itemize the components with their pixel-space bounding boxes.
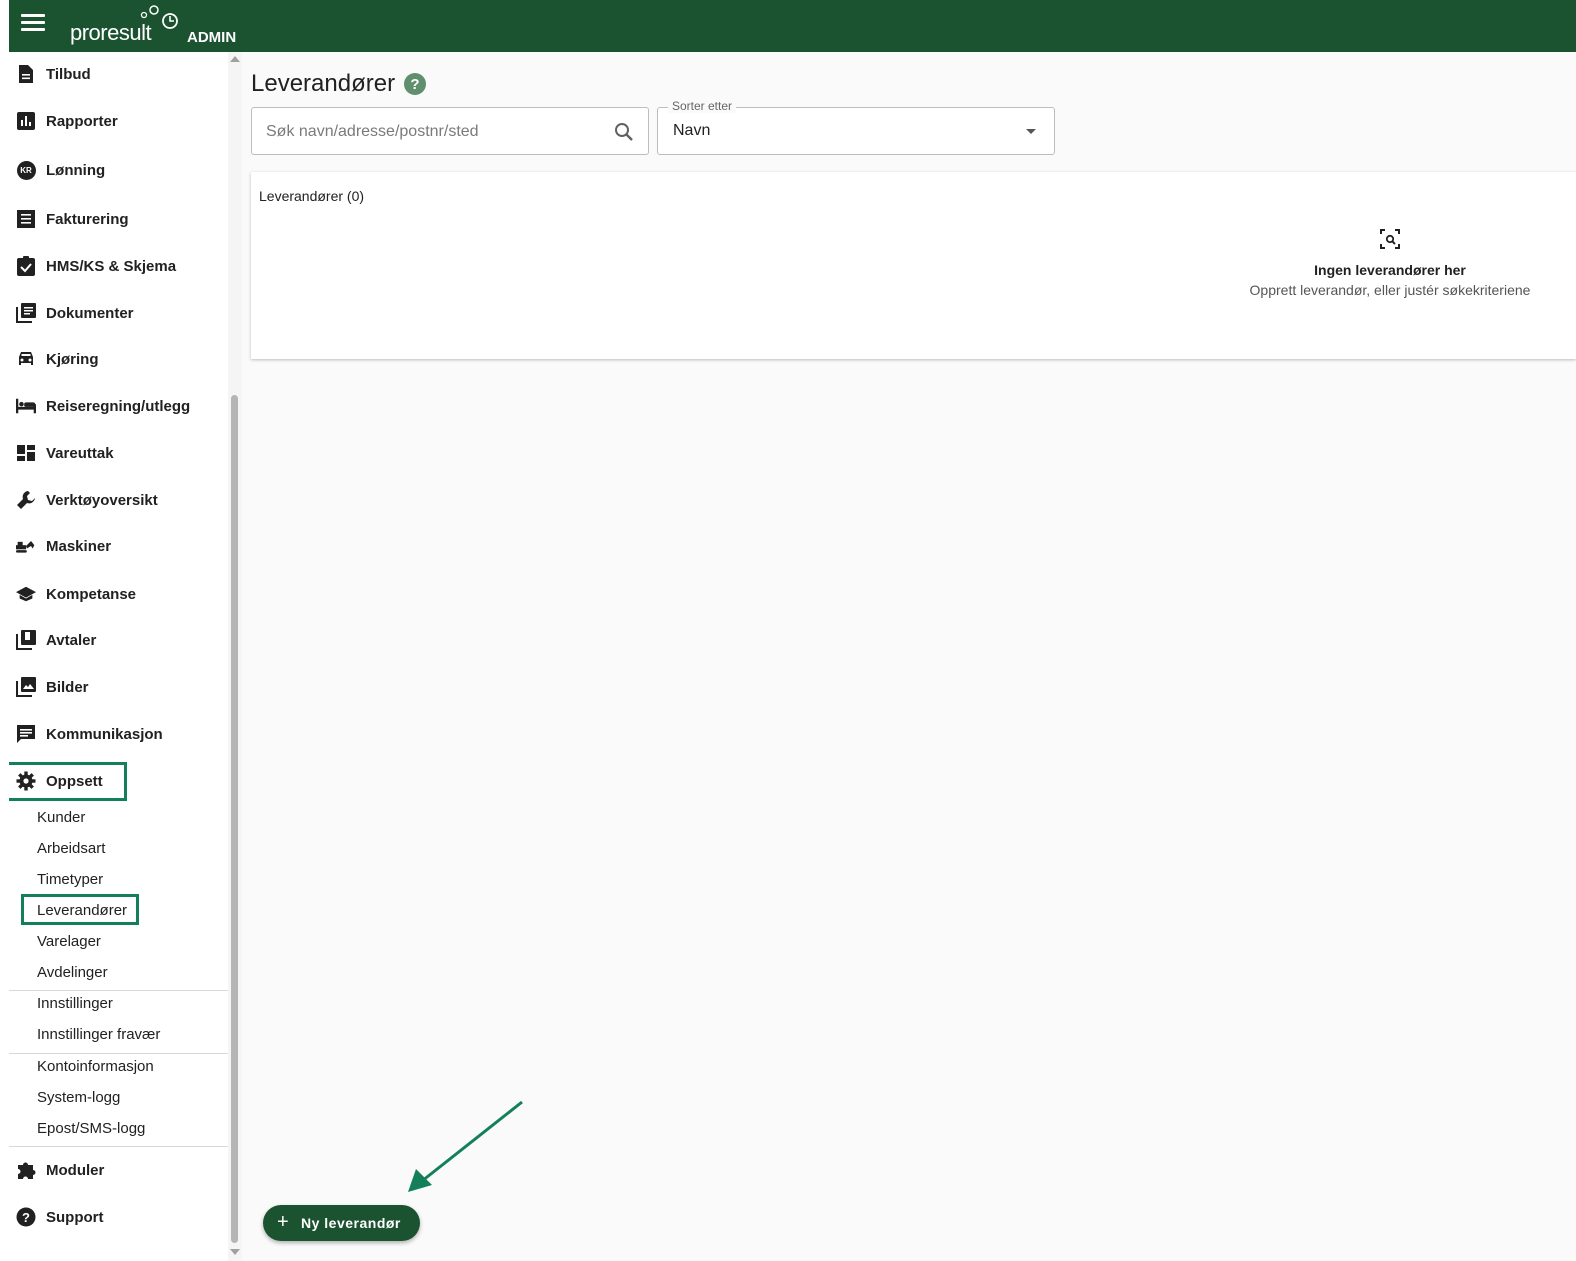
dashboard-icon <box>16 443 36 463</box>
scrollbar-thumb[interactable] <box>231 395 238 1243</box>
caret-down-icon <box>1026 129 1036 134</box>
receipt-icon <box>16 209 36 229</box>
sidebar-item-label: Avtaler <box>46 631 97 649</box>
sidebar-item-label: Dokumenter <box>46 304 134 322</box>
sub-item-avdelinger[interactable]: Avdelinger <box>37 964 108 981</box>
scroll-up-arrow-icon[interactable] <box>230 56 240 62</box>
sidebar-item-hms[interactable]: HMS/KS & Skjema <box>9 246 228 286</box>
car-icon <box>16 349 36 369</box>
sidebar-item-label: Reiseregning/utlegg <box>46 397 191 415</box>
help-icon[interactable]: ? <box>404 73 426 95</box>
divider <box>9 990 228 991</box>
sidebar-item-rapporter[interactable]: Rapporter <box>9 101 228 141</box>
sub-item-leverandorer[interactable]: Leverandører <box>37 902 127 919</box>
sidebar: Tilbud Rapporter KR Lønning Fakturering … <box>9 52 228 1261</box>
sub-item-timetyper[interactable]: Timetyper <box>37 871 103 888</box>
kr-icon: KR <box>16 160 36 180</box>
annotation-arrow-icon <box>408 1100 523 1192</box>
sidebar-item-label: Maskiner <box>46 537 112 555</box>
gear-icon <box>16 771 36 791</box>
empty-state-title: Ingen leverandører her <box>1314 262 1466 278</box>
sidebar-item-tilbud[interactable]: Tilbud <box>9 54 228 94</box>
sidebar-item-moduler[interactable]: Moduler <box>9 1150 228 1190</box>
document-icon <box>16 64 36 84</box>
logo-text: proresult <box>70 20 152 45</box>
main-content: Leverandører ? Sorter etter Navn Leveran… <box>242 52 1576 1261</box>
sidebar-item-reiseregning[interactable]: Reiseregning/utlegg <box>9 386 228 426</box>
sidebar-item-label: Verktøyoversikt <box>46 491 158 509</box>
empty-state-subtitle: Opprett leverandør, eller justér søkekri… <box>1249 282 1531 298</box>
sidebar-item-kommunikasjon[interactable]: Kommunikasjon <box>9 714 228 754</box>
sidebar-item-label: Kjøring <box>46 350 99 368</box>
sort-select-value: Navn <box>673 122 711 139</box>
sub-item-system-logg[interactable]: System-logg <box>37 1089 120 1106</box>
sub-item-varelager[interactable]: Varelager <box>37 933 101 950</box>
card-title: Leverandører (0) <box>259 188 365 204</box>
chat-icon <box>16 724 36 744</box>
suppliers-card: Leverandører (0) Ingen leverandører her … <box>251 172 1576 359</box>
sidebar-item-label: Fakturering <box>46 210 129 228</box>
library-add-icon <box>16 630 36 650</box>
search-icon[interactable] <box>612 120 636 144</box>
app-logo[interactable]: proresult ADMIN <box>70 4 250 48</box>
sidebar-item-kompetanse[interactable]: Kompetanse <box>9 574 228 614</box>
sidebar-item-lonning[interactable]: KR Lønning <box>9 150 228 190</box>
hotel-bed-icon <box>16 396 36 416</box>
sidebar-item-label: HMS/KS & Skjema <box>46 257 177 275</box>
page-title: Leverandører <box>251 70 396 97</box>
sub-item-arbeidsart[interactable]: Arbeidsart <box>37 840 105 857</box>
wrench-icon <box>16 490 36 510</box>
sub-item-innstillinger-fravaer[interactable]: Innstillinger fravær <box>37 1026 160 1043</box>
school-icon <box>16 584 36 604</box>
search-field <box>251 107 649 155</box>
sidebar-item-dokumenter[interactable]: Dokumenter <box>9 293 228 333</box>
excavator-icon <box>16 536 36 556</box>
sidebar-item-kjoring[interactable]: Kjøring <box>9 339 228 379</box>
sidebar-item-label: Vareuttak <box>46 444 114 462</box>
sidebar-item-label: Bilder <box>46 678 89 696</box>
sidebar-item-label: Rapporter <box>46 112 118 130</box>
search-input[interactable] <box>266 120 606 144</box>
sidebar-item-label: Support <box>46 1208 104 1226</box>
search-empty-icon <box>1380 229 1400 249</box>
sub-item-kunder[interactable]: Kunder <box>37 809 85 826</box>
library-books-icon <box>16 303 36 323</box>
sidebar-item-bilder[interactable]: Bilder <box>9 667 228 707</box>
sidebar-item-avtaler[interactable]: Avtaler <box>9 620 228 660</box>
hamburger-menu-icon[interactable] <box>21 14 45 32</box>
sidebar-item-label: Kompetanse <box>46 585 137 603</box>
top-app-bar: proresult ADMIN <box>9 0 1576 52</box>
sidebar-item-oppsett[interactable]: Oppsett <box>9 761 228 801</box>
admin-label: ADMIN <box>187 29 237 46</box>
sidebar-item-label: Moduler <box>46 1161 105 1179</box>
sidebar-item-maskiner[interactable]: Maskiner <box>9 526 228 566</box>
sidebar-item-support[interactable]: ? Support <box>9 1197 228 1237</box>
sidebar-item-label: Kommunikasjon <box>46 725 163 743</box>
sidebar-item-verktoy[interactable]: Verktøyoversikt <box>9 480 228 520</box>
photo-library-icon <box>16 677 36 697</box>
sidebar-item-label: Oppsett <box>46 772 103 790</box>
bar-chart-icon <box>16 111 36 131</box>
help-circle-icon: ? <box>16 1207 36 1227</box>
sidebar-item-fakturering[interactable]: Fakturering <box>9 199 228 239</box>
puzzle-icon <box>16 1160 36 1180</box>
sidebar-item-label: Tilbud <box>46 65 91 83</box>
clipboard-check-icon <box>16 256 36 276</box>
new-supplier-button[interactable]: + Ny leverandør <box>263 1205 420 1241</box>
new-supplier-button-label: Ny leverandør <box>301 1215 401 1231</box>
divider <box>9 1146 228 1147</box>
plus-icon: + <box>277 1211 289 1233</box>
sidebar-item-label: Lønning <box>46 161 106 179</box>
sub-item-innstillinger[interactable]: Innstillinger <box>37 995 113 1012</box>
sub-item-kontoinformasjon[interactable]: Kontoinformasjon <box>37 1058 154 1075</box>
sort-select[interactable]: Sorter etter Navn <box>657 99 1055 155</box>
sidebar-item-vareuttak[interactable]: Vareuttak <box>9 433 228 473</box>
svg-text:?: ? <box>22 1210 30 1225</box>
scroll-down-arrow-icon[interactable] <box>230 1249 240 1255</box>
logo-bubbles-icon <box>140 5 178 29</box>
sub-item-epost-sms-logg[interactable]: Epost/SMS-logg <box>37 1120 145 1137</box>
sort-select-label: Sorter etter <box>668 99 737 113</box>
divider <box>9 1053 228 1054</box>
